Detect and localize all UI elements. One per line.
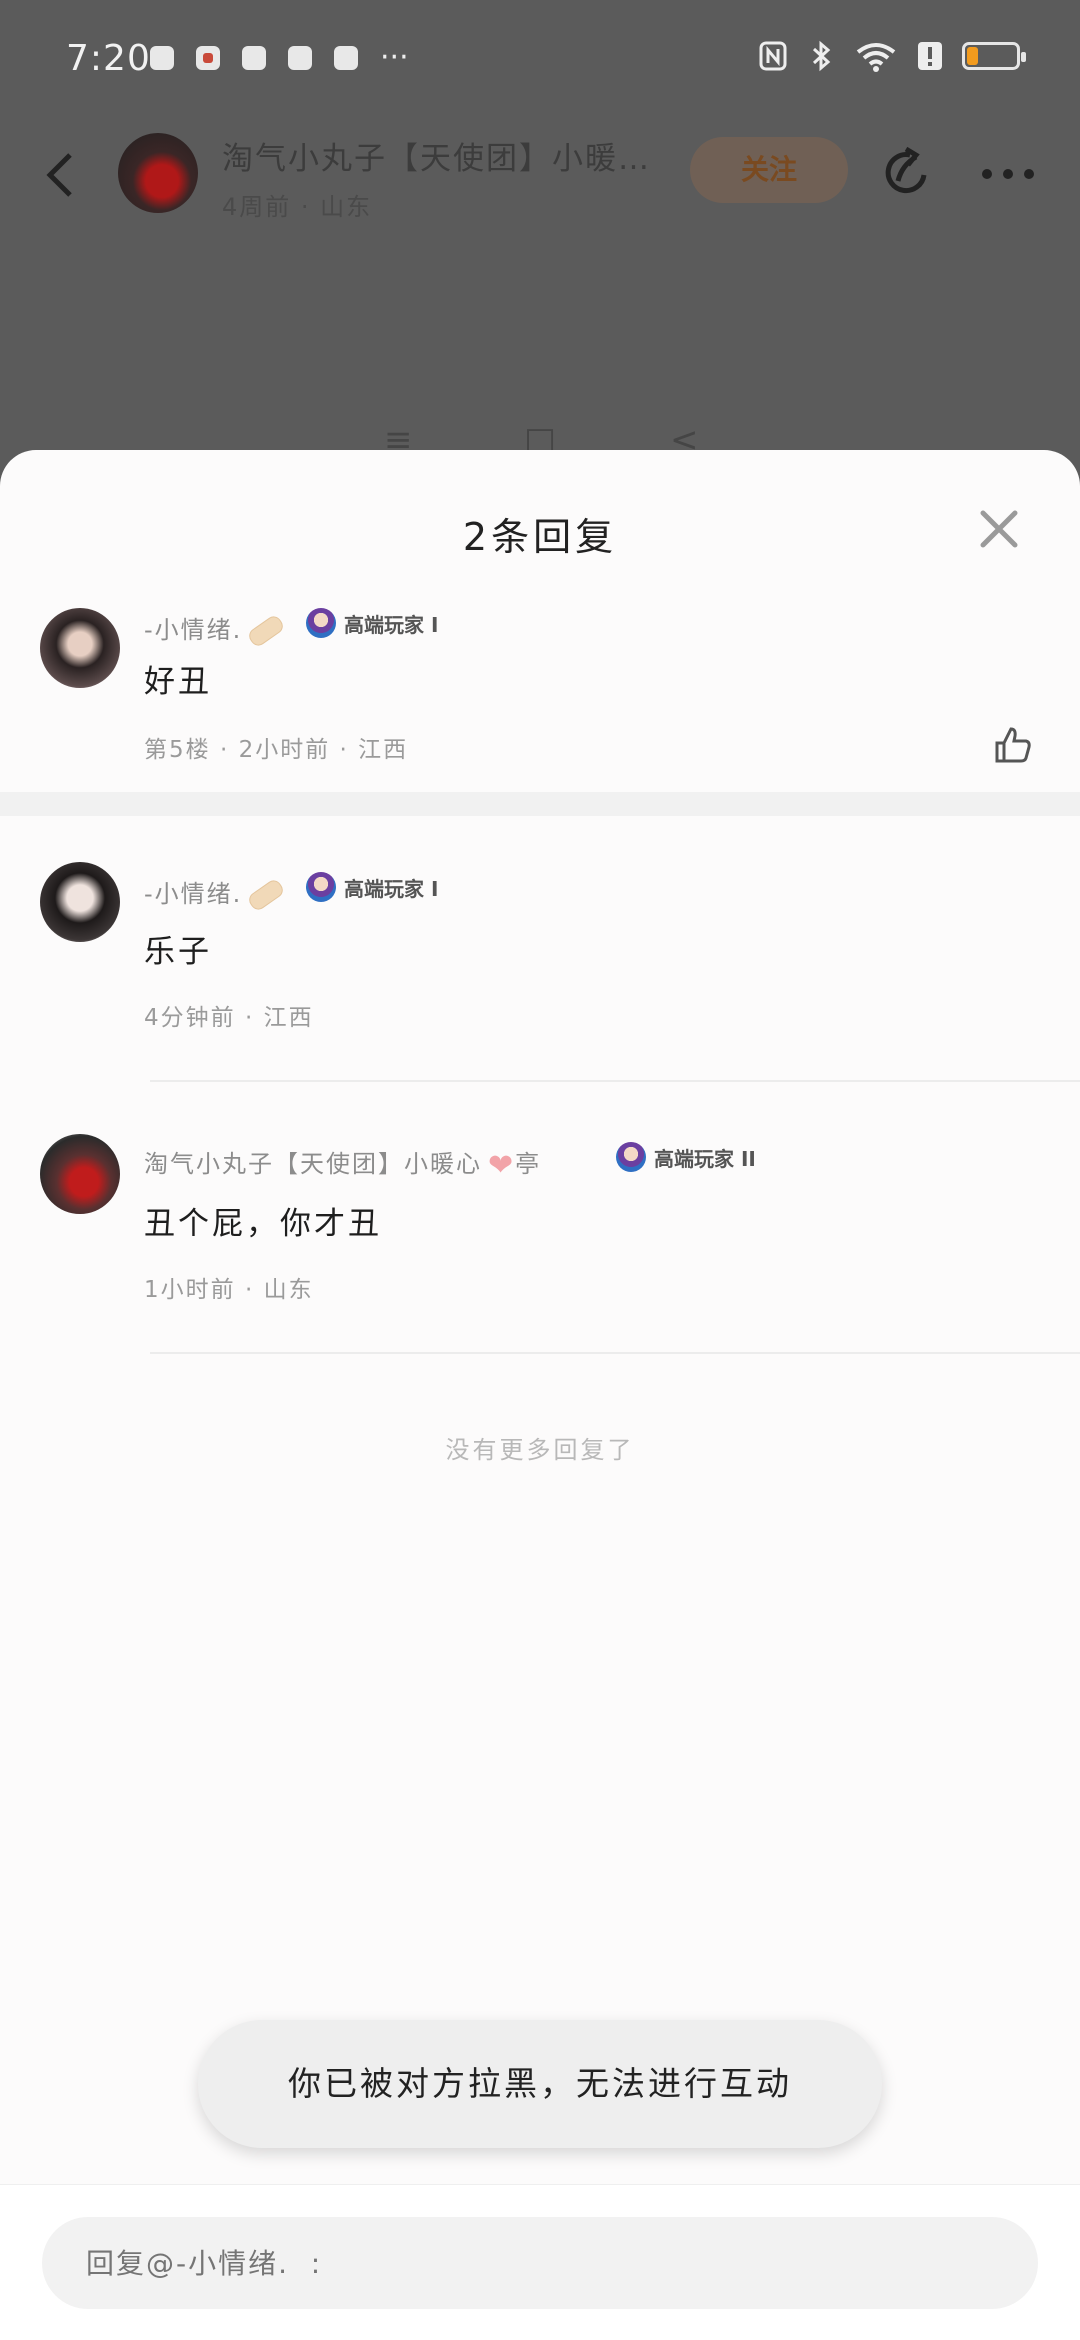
poster-avatar[interactable]: [118, 133, 198, 213]
poster-name[interactable]: 淘气小丸子【天使团】小暖…: [222, 133, 651, 178]
author-name: -小情绪.: [144, 880, 243, 908]
more-notifications-icon: ···: [380, 40, 409, 75]
reply-bar: [0, 2184, 1080, 2340]
level-badge: 高端玩家 I: [306, 608, 438, 638]
more-options-icon[interactable]: [980, 167, 1036, 181]
avatar[interactable]: [40, 608, 120, 688]
nfc-icon: [759, 41, 787, 71]
notification-icons: ···: [150, 40, 409, 75]
badge-label: 高端玩家 I: [344, 876, 439, 901]
level-badge: 高端玩家 II: [616, 1142, 756, 1172]
replies-sheet: 2条回复 -小情绪. 高端玩家 I 好丑 第5楼 · 2小时前 · 江西 -小情…: [0, 450, 1080, 2340]
reply-text: 乐子: [144, 934, 212, 970]
poster-meta: 4周前 · 山东: [222, 193, 373, 221]
divider: [150, 1352, 1080, 1354]
reply-input[interactable]: [42, 2217, 1038, 2309]
comment-meta: 第5楼 · 2小时前 · 江西: [144, 737, 409, 763]
app-notification-icon: [288, 46, 312, 70]
avatar[interactable]: [40, 1134, 120, 1214]
like-thumb-icon[interactable]: [993, 725, 1033, 765]
share-icon[interactable]: [880, 145, 934, 199]
battery-level: [967, 47, 978, 65]
reply-author[interactable]: -小情绪.: [144, 874, 290, 913]
badge-icon: [306, 608, 336, 638]
badge-label: 高端玩家 I: [344, 612, 439, 637]
heart-icon: ❤: [488, 1147, 516, 1183]
post-header: 淘气小丸子【天使团】小暖… 4周前 · 山东 关注: [0, 125, 1080, 225]
battery-icon: [962, 42, 1026, 70]
reply-meta: 1小时前 · 山东: [144, 1277, 314, 1303]
status-bar: 7:20 ···: [0, 0, 1080, 120]
wifi-icon: [856, 43, 896, 72]
badge-icon: [306, 872, 336, 902]
app-notification-icon: [196, 46, 220, 70]
level-badge: 高端玩家 I: [306, 872, 438, 902]
app-notification-icon: [334, 46, 358, 70]
section-divider: [0, 792, 1080, 816]
comment-text: 好丑: [144, 664, 212, 700]
badge-icon: [616, 1142, 646, 1172]
avatar[interactable]: [40, 862, 120, 942]
no-more-replies: 没有更多回复了: [445, 1436, 635, 1464]
author-name: 淘气小丸子【天使团】小暖心: [144, 1150, 482, 1178]
reply-text: 丑个屁，你才丑: [144, 1206, 382, 1242]
bandage-emoji-icon: [246, 877, 287, 913]
reply-author[interactable]: 淘气小丸子【天使团】小暖心 ❤亭: [144, 1144, 541, 1183]
app-notification-icon: [150, 46, 174, 70]
divider: [150, 1080, 1080, 1082]
follow-button[interactable]: 关注: [690, 137, 848, 203]
bandage-emoji-icon: [246, 613, 287, 649]
close-icon[interactable]: [975, 505, 1023, 553]
back-arrow-icon[interactable]: [40, 147, 80, 203]
author-name: -小情绪.: [144, 616, 243, 644]
badge-label: 高端玩家 II: [654, 1146, 756, 1171]
author-name-suffix: 亭: [515, 1150, 542, 1178]
comment-author[interactable]: -小情绪.: [144, 610, 290, 649]
app-notification-icon: [242, 46, 266, 70]
status-time: 7:20: [66, 38, 151, 79]
blocked-toast: 你已被对方拉黑，无法进行互动: [198, 2020, 882, 2148]
bluetooth-icon: [812, 40, 831, 72]
alert-icon: [918, 42, 942, 70]
reply-meta: 4分钟前 · 江西: [144, 1005, 314, 1031]
sheet-title: 2条回复: [462, 515, 618, 559]
system-icons: [758, 40, 1026, 72]
